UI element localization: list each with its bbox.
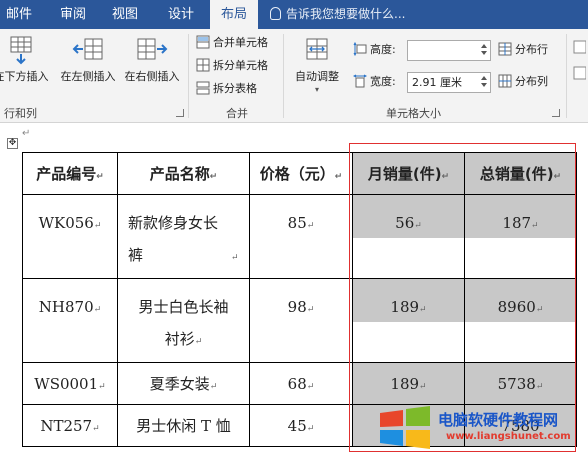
split-cells-icon [196, 58, 210, 72]
site-watermark: 电脑软硬件教程网 www.liangshunet.com [376, 405, 588, 451]
tab-design[interactable]: 设计 [160, 0, 202, 29]
cell-price[interactable]: 68↵ [249, 362, 353, 405]
ribbon: 在下方插入 在左侧插入 在右侧插入 行和列 合并单元格 拆分单元格 拆分表格 合… [0, 29, 588, 123]
group-label-cell-size: 单元格大小 [386, 107, 441, 120]
align-icon [573, 40, 587, 80]
split-table-label: 拆分表格 [213, 82, 257, 95]
split-cells-label: 拆分单元格 [213, 59, 268, 72]
cell-id[interactable]: NH870↵ [22, 278, 118, 363]
cell-name[interactable]: 夏季女装↵ [117, 362, 250, 405]
group-label-rows-cols: 行和列 [4, 107, 37, 120]
merge-cells-label: 合并单元格 [213, 36, 268, 49]
insert-below-icon [10, 36, 32, 65]
rows-cols-launcher-icon[interactable] [176, 109, 184, 117]
cell-price[interactable]: 98↵ [249, 278, 353, 363]
tab-layout[interactable]: 布局 [210, 0, 258, 30]
cell-name[interactable]: 新款修身女长裤 ↵ [117, 194, 250, 279]
header-product-id: 产品编号 [36, 165, 97, 183]
insert-right-button[interactable]: 在右侧插入 [120, 35, 184, 84]
header-cell[interactable]: 产品编号↵ [22, 152, 118, 195]
header-price: 价格（元） [259, 165, 335, 183]
tell-me-box[interactable]: 告诉我您想要做什么... [270, 0, 405, 29]
insert-below-button[interactable]: 在下方插入 [0, 35, 52, 84]
width-spinner[interactable] [478, 73, 490, 92]
header-cell[interactable]: 价格（元）↵ [249, 152, 353, 195]
cell-price[interactable]: 45↵ [249, 404, 353, 447]
distribute-cols-label: 分布列 [515, 75, 548, 88]
insert-left-button[interactable]: 在左侧插入 [56, 35, 120, 84]
watermark-title: 电脑软硬件教程网 [438, 411, 559, 429]
merge-cells-icon [196, 35, 210, 49]
tab-review[interactable]: 审阅 [54, 0, 92, 29]
row-height-icon [353, 41, 367, 57]
tab-mailings[interactable]: 邮件 [0, 0, 38, 29]
windows-logo-icon [380, 406, 430, 449]
insert-right-icon [137, 38, 168, 60]
cell-id[interactable]: WS0001↵ [22, 362, 118, 405]
merge-cells-button[interactable]: 合并单元格 [196, 33, 268, 53]
cell-id[interactable]: NT257↵ [22, 404, 118, 447]
distribute-rows-label: 分布行 [515, 43, 548, 56]
header-product-name: 产品名称 [149, 165, 210, 183]
insert-left-label: 在左侧插入 [60, 70, 116, 83]
height-spinner[interactable] [478, 41, 490, 60]
insert-left-icon [72, 38, 103, 60]
cell-price[interactable]: 85↵ [249, 194, 353, 279]
height-label: 高度: [353, 40, 396, 60]
width-label-text: 宽度: [370, 75, 396, 88]
cell-id[interactable]: WK056↵ [22, 194, 118, 279]
height-input[interactable] [407, 40, 491, 61]
autofit-label: 自动调整 [295, 70, 339, 83]
table-move-handle-icon[interactable]: ✥ [7, 138, 18, 149]
distribute-rows-icon [498, 42, 512, 56]
distribute-rows-button[interactable]: 分布行 [498, 40, 548, 60]
group-label-merge: 合并 [226, 107, 248, 120]
ribbon-separator [566, 34, 567, 118]
tell-me-text: 告诉我您想要做什么... [286, 7, 406, 21]
ribbon-separator [188, 34, 189, 118]
paragraph-mark: ↵ [22, 128, 31, 139]
autofit-button[interactable]: 自动调整 ▾ [288, 35, 346, 94]
split-table-icon [196, 81, 210, 95]
watermark-url: www.liangshunet.com [446, 431, 571, 442]
tab-view[interactable]: 视图 [106, 0, 144, 29]
autofit-icon [306, 38, 328, 60]
distribute-cols-icon [498, 74, 512, 88]
cell-size-launcher-icon[interactable] [552, 109, 560, 117]
width-input[interactable]: 2.91 厘米 [407, 72, 491, 93]
width-label: 宽度: [352, 72, 396, 92]
insert-right-label: 在右侧插入 [124, 70, 180, 83]
insert-below-label: 在下方插入 [0, 70, 49, 83]
split-cells-button[interactable]: 拆分单元格 [196, 56, 268, 76]
ribbon-separator [283, 34, 284, 118]
header-cell[interactable]: 产品名称↵ [117, 152, 250, 195]
autofit-dropdown-icon: ▾ [314, 85, 319, 94]
cell-name[interactable]: 男士白色长袖 衬衫↵ [117, 278, 250, 363]
ribbon-tab-bar: 邮件 审阅 视图 设计 布局 告诉我您想要做什么... [0, 0, 588, 30]
cell-name[interactable]: 男士休闲 T 恤 [117, 404, 250, 447]
lightbulb-icon [270, 7, 281, 20]
split-table-button[interactable]: 拆分表格 [196, 79, 257, 99]
height-label-text: 高度: [370, 43, 396, 56]
column-width-icon [352, 74, 368, 88]
alignment-group-partial[interactable] [572, 39, 587, 83]
width-value: 2.91 厘米 [412, 76, 462, 89]
distribute-cols-button[interactable]: 分布列 [498, 72, 548, 92]
